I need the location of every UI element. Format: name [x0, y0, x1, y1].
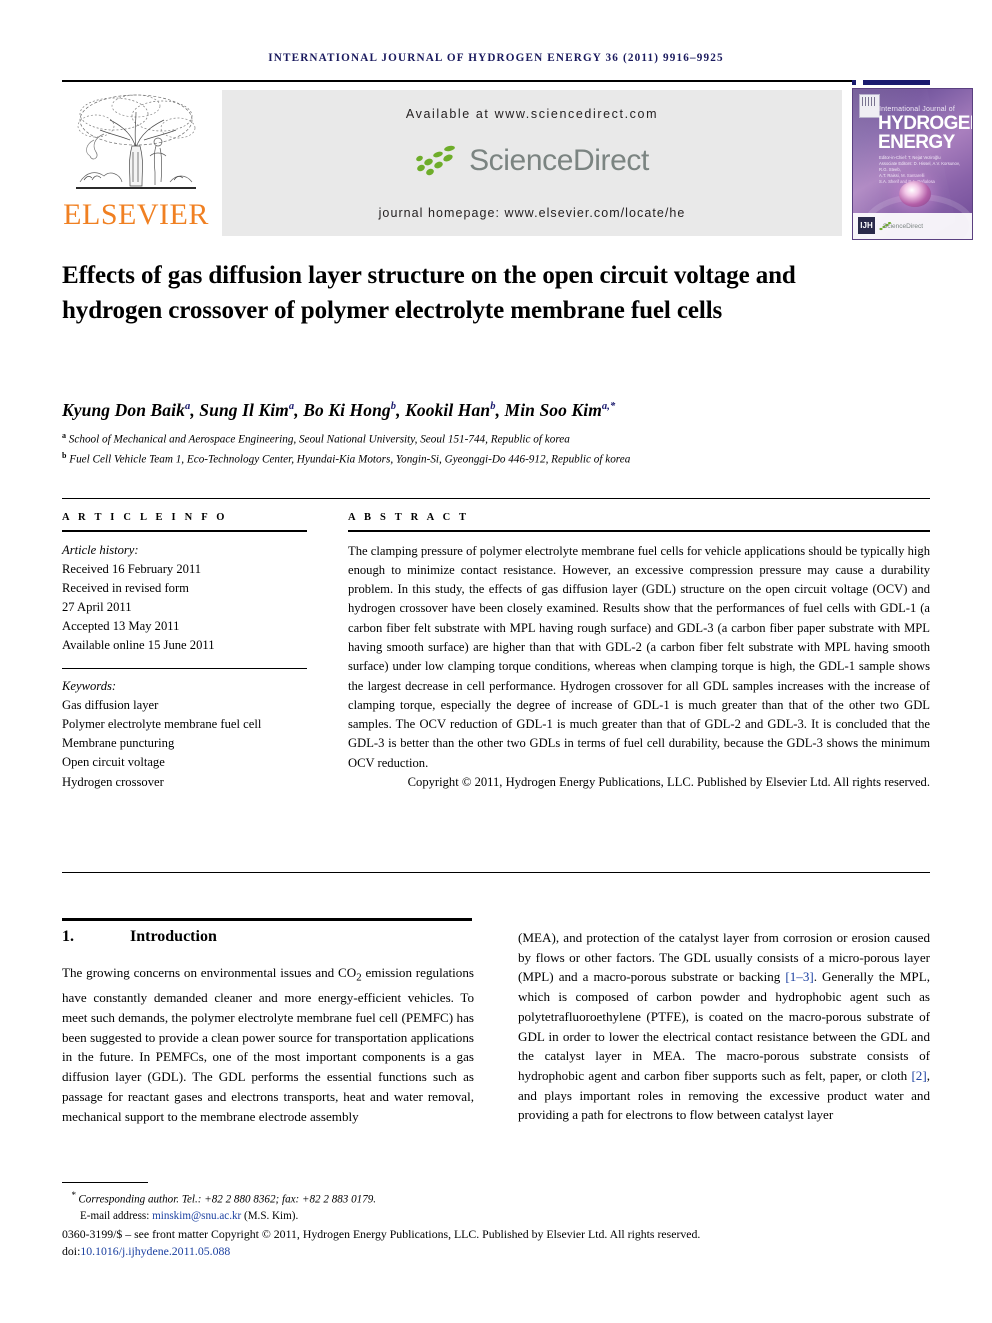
header-rule-accent — [852, 80, 930, 85]
cover-publisher-mark — [859, 94, 880, 118]
email-suffix: (M.S. Kim). — [244, 1209, 299, 1222]
sciencedirect-logo: ScienceDirect — [222, 144, 842, 188]
article-history: Article history: Received 16 February 20… — [62, 541, 307, 656]
affiliation-a: a School of Mechanical and Aerospace Eng… — [62, 428, 922, 448]
keywords-rule — [62, 668, 307, 670]
article-history-label: Article history: — [62, 542, 139, 557]
footnote-block: * Corresponding author. Tel.: +82 2 880 … — [62, 1188, 930, 1224]
email-link[interactable]: minskim@snu.ac.kr — [152, 1210, 241, 1222]
doi-label: doi: — [62, 1244, 81, 1258]
keyword-item: Membrane puncturing — [62, 736, 175, 751]
body-column-left: The growing concerns on environmental is… — [62, 965, 474, 1124]
keywords-label: Keywords: — [62, 679, 117, 694]
email-label: E-mail address: — [80, 1209, 150, 1222]
journal-article-page: INTERNATIONAL JOURNAL OF HYDROGEN ENERGY… — [0, 0, 992, 1323]
running-head: INTERNATIONAL JOURNAL OF HYDROGEN ENERGY… — [268, 52, 724, 64]
elsevier-tree-icon — [70, 90, 202, 194]
section-heading: 1. Introduction — [62, 928, 472, 946]
sciencedirect-wordmark: ScienceDirect — [469, 144, 649, 177]
affiliation-mark-b: b — [62, 450, 67, 460]
abstract-body: The clamping pressure of polymer electro… — [348, 543, 930, 770]
article-info-heading: A R T I C L E I N F O — [62, 512, 228, 523]
cover-title-line1: HYDROGEN — [878, 113, 973, 134]
keyword-item: Polymer electrolyte membrane fuel cell — [62, 717, 262, 732]
journal-cover-image: International Journal of HYDROGEN ENERGY… — [852, 88, 973, 240]
footnote-rule — [62, 1182, 148, 1183]
corresponding-author-note: * Corresponding author. Tel.: +82 2 880 … — [62, 1188, 930, 1208]
issn-line: 0360-3199/$ – see front matter Copyright… — [62, 1227, 701, 1241]
keyword-item: Open circuit voltage — [62, 755, 165, 770]
doi-link[interactable]: 10.1016/j.ijhydene.2011.05.088 — [80, 1244, 230, 1258]
author-list: Kyung Don Baika, Sung Il Kima, Bo Ki Hon… — [62, 400, 616, 420]
history-item: Available online 15 June 2011 — [62, 637, 215, 652]
history-item: Accepted 13 May 2011 — [62, 618, 180, 633]
cover-supertitle: International Journal of — [879, 106, 956, 113]
article-info-column: A R T I C L E I N F O Article history: R… — [62, 512, 307, 792]
affiliation-b: b Fuel Cell Vehicle Team 1, Eco-Technolo… — [62, 448, 922, 468]
history-item: Received 16 February 2011 — [62, 561, 202, 576]
journal-homepage-text: journal homepage: www.elsevier.com/locat… — [378, 206, 686, 220]
available-at-text: Available at www.sciencedirect.com — [405, 107, 659, 121]
keywords-block: Keywords: Gas diffusion layer Polymer el… — [62, 677, 307, 792]
keyword-item: Gas diffusion layer — [62, 698, 159, 713]
affiliation-mark-a: a — [62, 431, 66, 440]
cover-title: HYDROGEN ENERGY — [878, 113, 973, 153]
email-note: E-mail address: minskim@snu.ac.kr (M.S. … — [62, 1208, 930, 1224]
masthead: ELSEVIER Available at www.sciencedirect.… — [62, 88, 973, 240]
body-separator-rule — [62, 872, 930, 873]
affiliation-b-text: Fuel Cell Vehicle Team 1, Eco-Technology… — [69, 453, 631, 466]
cover-title-line2: ENERGY — [878, 132, 955, 153]
doi-line: doi:10.1016/j.ijhydene.2011.05.088 — [62, 1243, 930, 1260]
affiliations: a School of Mechanical and Aerospace Eng… — [62, 428, 922, 467]
info-separator-rule — [62, 498, 930, 499]
history-item: 27 April 2011 — [62, 599, 132, 614]
abstract-copyright: Copyright © 2011, Hydrogen Energy Public… — [407, 775, 930, 790]
cover-sciencedirect-wordmark: ScienceDirect — [883, 223, 924, 230]
cover-badge-icon: IJH — [858, 217, 875, 234]
body-column-right: (MEA), and protection of the catalyst la… — [518, 930, 930, 1123]
cover-editor-line-2: Associate Editors: D. Hissel, A.V. Korsu… — [879, 161, 960, 172]
asterisk-icon: * — [71, 1191, 76, 1201]
section-number: 1. — [62, 928, 74, 945]
abstract-rule — [348, 530, 930, 532]
cover-orb-graphic — [899, 181, 931, 207]
abstract-heading: A B S T R A C T — [348, 512, 470, 523]
history-item: Received in revised form — [62, 580, 189, 595]
elsevier-logo: ELSEVIER — [62, 90, 210, 236]
sciencedirect-leaves-icon — [415, 144, 461, 178]
header-rule — [62, 80, 852, 82]
elsevier-tree-svg — [76, 94, 196, 189]
cover-editors: Editor-in-Chief: T. Nejat Veziroğlu Asso… — [879, 155, 967, 185]
corresponding-author-text: Corresponding author. Tel.: +82 2 880 83… — [78, 1193, 377, 1206]
section-rule — [62, 918, 472, 921]
sciencedirect-banner: Available at www.sciencedirect.com Scien… — [222, 90, 842, 236]
article-info-rule — [62, 530, 307, 532]
abstract-column: A B S T R A C T The clamping pressure of… — [348, 512, 930, 792]
page-title: Effects of gas diffusion layer structure… — [62, 262, 796, 324]
section-title: Introduction — [130, 928, 217, 945]
issn-block: 0360-3199/$ – see front matter Copyright… — [62, 1226, 930, 1260]
keyword-item: Hydrogen crossover — [62, 774, 164, 789]
affiliation-a-text: School of Mechanical and Aerospace Engin… — [68, 433, 570, 446]
elsevier-wordmark: ELSEVIER — [63, 198, 209, 231]
cover-footer: IJH ScienceDirect — [853, 213, 972, 239]
